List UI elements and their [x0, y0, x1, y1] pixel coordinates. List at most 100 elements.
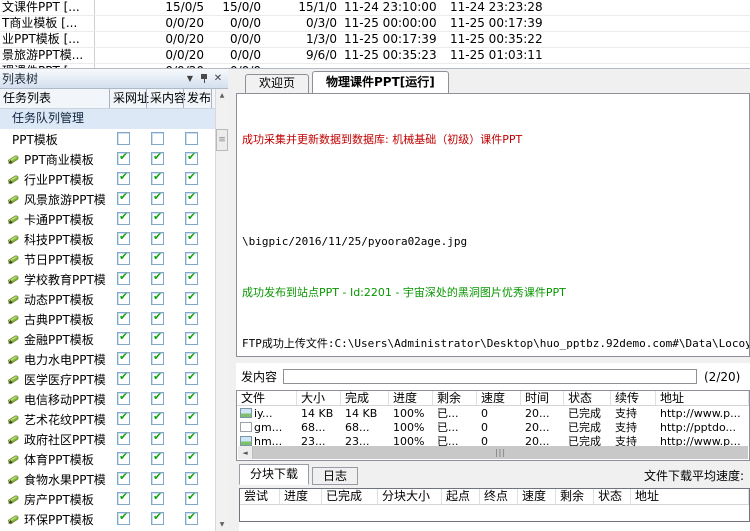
list-item[interactable]: 医学医疗PPT模: [0, 369, 215, 389]
checkbox-collect-url[interactable]: [117, 432, 130, 445]
list-item[interactable]: 食物水果PPT模: [0, 469, 215, 489]
checkbox-collect-content[interactable]: [151, 252, 164, 265]
checkbox-collect-url[interactable]: [117, 152, 130, 165]
checkbox-collect-url[interactable]: [117, 172, 130, 185]
list-item[interactable]: 节日PPT模板: [0, 249, 215, 269]
checkbox-publish[interactable]: [185, 312, 198, 325]
scroll-up-icon[interactable]: ▲: [216, 89, 228, 102]
checkbox-collect-content[interactable]: [151, 512, 164, 525]
list-item[interactable]: PPT模板: [0, 129, 215, 149]
panel-splitter[interactable]: [228, 68, 236, 531]
log-output[interactable]: 成功采集并更新数据到数据库: 机械基础（初级）课件PPT \bigpic/201…: [236, 93, 750, 357]
file-row[interactable]: iy... 14 KB 14 KB 100% 已... 0 20... 已完成 …: [237, 406, 749, 420]
col-size[interactable]: 大小: [297, 391, 341, 405]
checkbox-collect-content[interactable]: [151, 152, 164, 165]
checkbox-publish[interactable]: [185, 232, 198, 245]
chevron-down-icon[interactable]: ▼: [182, 71, 198, 86]
checkbox-collect-url[interactable]: [117, 512, 130, 525]
checkbox-collect-content[interactable]: [151, 272, 164, 285]
group-task-queue[interactable]: 任务队列管理: [0, 109, 228, 129]
checkbox-collect-url[interactable]: [117, 332, 130, 345]
tab-running-task[interactable]: 物理课件PPT[运行]: [312, 71, 449, 93]
checkbox-collect-content[interactable]: [151, 472, 164, 485]
checkbox-publish[interactable]: [185, 172, 198, 185]
col-file[interactable]: 文件: [237, 391, 297, 405]
checkbox-publish[interactable]: [185, 432, 198, 445]
file-row[interactable]: gm... 68... 68... 100% 已... 0 20... 已完成 …: [237, 420, 749, 434]
tab-chunk-download[interactable]: 分块下载: [239, 464, 309, 485]
list-item[interactable]: 环保PPT模板: [0, 509, 215, 529]
scroll-left-icon[interactable]: ◄: [238, 446, 253, 459]
checkbox-collect-content[interactable]: [151, 352, 164, 365]
checkbox-publish[interactable]: [185, 252, 198, 265]
list-item[interactable]: 学校教育PPT模: [0, 269, 215, 289]
checkbox-collect-url[interactable]: [117, 352, 130, 365]
table-row[interactable]: 业PPT模板 [... 0/0/20 0/0/0 1/3/0 11-25 00:…: [0, 32, 750, 48]
list-item[interactable]: 风景旅游PPT模: [0, 189, 215, 209]
checkbox-publish[interactable]: [185, 192, 198, 205]
list-item[interactable]: 卡通PPT模板: [0, 209, 215, 229]
scrollbar-thumb[interactable]: |||: [253, 446, 748, 459]
checkbox-publish[interactable]: [185, 212, 198, 225]
col-address[interactable]: 地址: [656, 391, 749, 405]
checkbox-collect-content[interactable]: [151, 492, 164, 505]
list-item[interactable]: 体育PPT模板: [0, 449, 215, 469]
checkbox-publish[interactable]: [185, 272, 198, 285]
list-item[interactable]: 科技PPT模板: [0, 229, 215, 249]
list-item[interactable]: 电力水电PPT模: [0, 349, 215, 369]
checkbox-collect-content[interactable]: [151, 392, 164, 405]
checkbox-collect-url[interactable]: [117, 192, 130, 205]
checkbox-collect-url[interactable]: [117, 472, 130, 485]
checkbox-collect-content[interactable]: [151, 192, 164, 205]
checkbox-collect-url[interactable]: [117, 252, 130, 265]
checkbox-collect-url[interactable]: [117, 132, 130, 145]
checkbox-publish[interactable]: [185, 412, 198, 425]
checkbox-collect-content[interactable]: [151, 372, 164, 385]
scrollbar-thumb[interactable]: ≡: [216, 129, 228, 151]
table-row[interactable]: 景旅游PPT模... 0/0/20 0/0/0 9/6/0 11-25 00:3…: [0, 48, 750, 64]
horizontal-scrollbar[interactable]: ◄ |||: [238, 446, 748, 459]
col-progress[interactable]: 进度: [389, 391, 433, 405]
table-row[interactable]: T商业模板 [... 0/0/20 0/0/0 0/3/0 11-25 00:0…: [0, 16, 750, 32]
checkbox-collect-content[interactable]: [151, 412, 164, 425]
checkbox-collect-url[interactable]: [117, 372, 130, 385]
checkbox-collect-url[interactable]: [117, 492, 130, 505]
tab-welcome[interactable]: 欢迎页: [245, 74, 309, 93]
checkbox-collect-url[interactable]: [117, 312, 130, 325]
checkbox-publish[interactable]: [185, 472, 198, 485]
checkbox-collect-content[interactable]: [151, 172, 164, 185]
checkbox-collect-url[interactable]: [117, 272, 130, 285]
pin-icon[interactable]: [198, 72, 210, 85]
list-item[interactable]: 古典PPT模板: [0, 309, 215, 329]
checkbox-collect-content[interactable]: [151, 432, 164, 445]
list-item[interactable]: 房产PPT模板: [0, 489, 215, 509]
checkbox-collect-content[interactable]: [151, 132, 164, 145]
checkbox-collect-content[interactable]: [151, 212, 164, 225]
list-item[interactable]: PPT商业模板: [0, 149, 215, 169]
col-speed[interactable]: 速度: [477, 391, 521, 405]
list-item[interactable]: 电信移动PPT模: [0, 389, 215, 409]
close-icon[interactable]: ✕: [210, 71, 226, 86]
checkbox-publish[interactable]: [185, 292, 198, 305]
checkbox-collect-content[interactable]: [151, 232, 164, 245]
checkbox-collect-content[interactable]: [151, 312, 164, 325]
checkbox-publish[interactable]: [185, 372, 198, 385]
col-remaining[interactable]: 剩余: [433, 391, 477, 405]
checkbox-publish[interactable]: [185, 492, 198, 505]
col-status[interactable]: 状态: [594, 489, 631, 504]
checkbox-publish[interactable]: [185, 332, 198, 345]
checkbox-collect-url[interactable]: [117, 232, 130, 245]
vertical-scrollbar[interactable]: ▲ ≡ ▼: [215, 89, 228, 531]
checkbox-publish[interactable]: [185, 352, 198, 365]
checkbox-collect-url[interactable]: [117, 392, 130, 405]
checkbox-collect-url[interactable]: [117, 452, 130, 465]
list-item[interactable]: 行业PPT模板: [0, 169, 215, 189]
checkbox-collect-content[interactable]: [151, 292, 164, 305]
checkbox-publish[interactable]: [185, 512, 198, 525]
col-start[interactable]: 起点: [442, 489, 480, 504]
checkbox-collect-content[interactable]: [151, 452, 164, 465]
checkbox-collect-url[interactable]: [117, 412, 130, 425]
list-item[interactable]: 艺术花纹PPT模: [0, 409, 215, 429]
col-speed[interactable]: 速度: [518, 489, 556, 504]
col-done[interactable]: 完成: [341, 391, 389, 405]
